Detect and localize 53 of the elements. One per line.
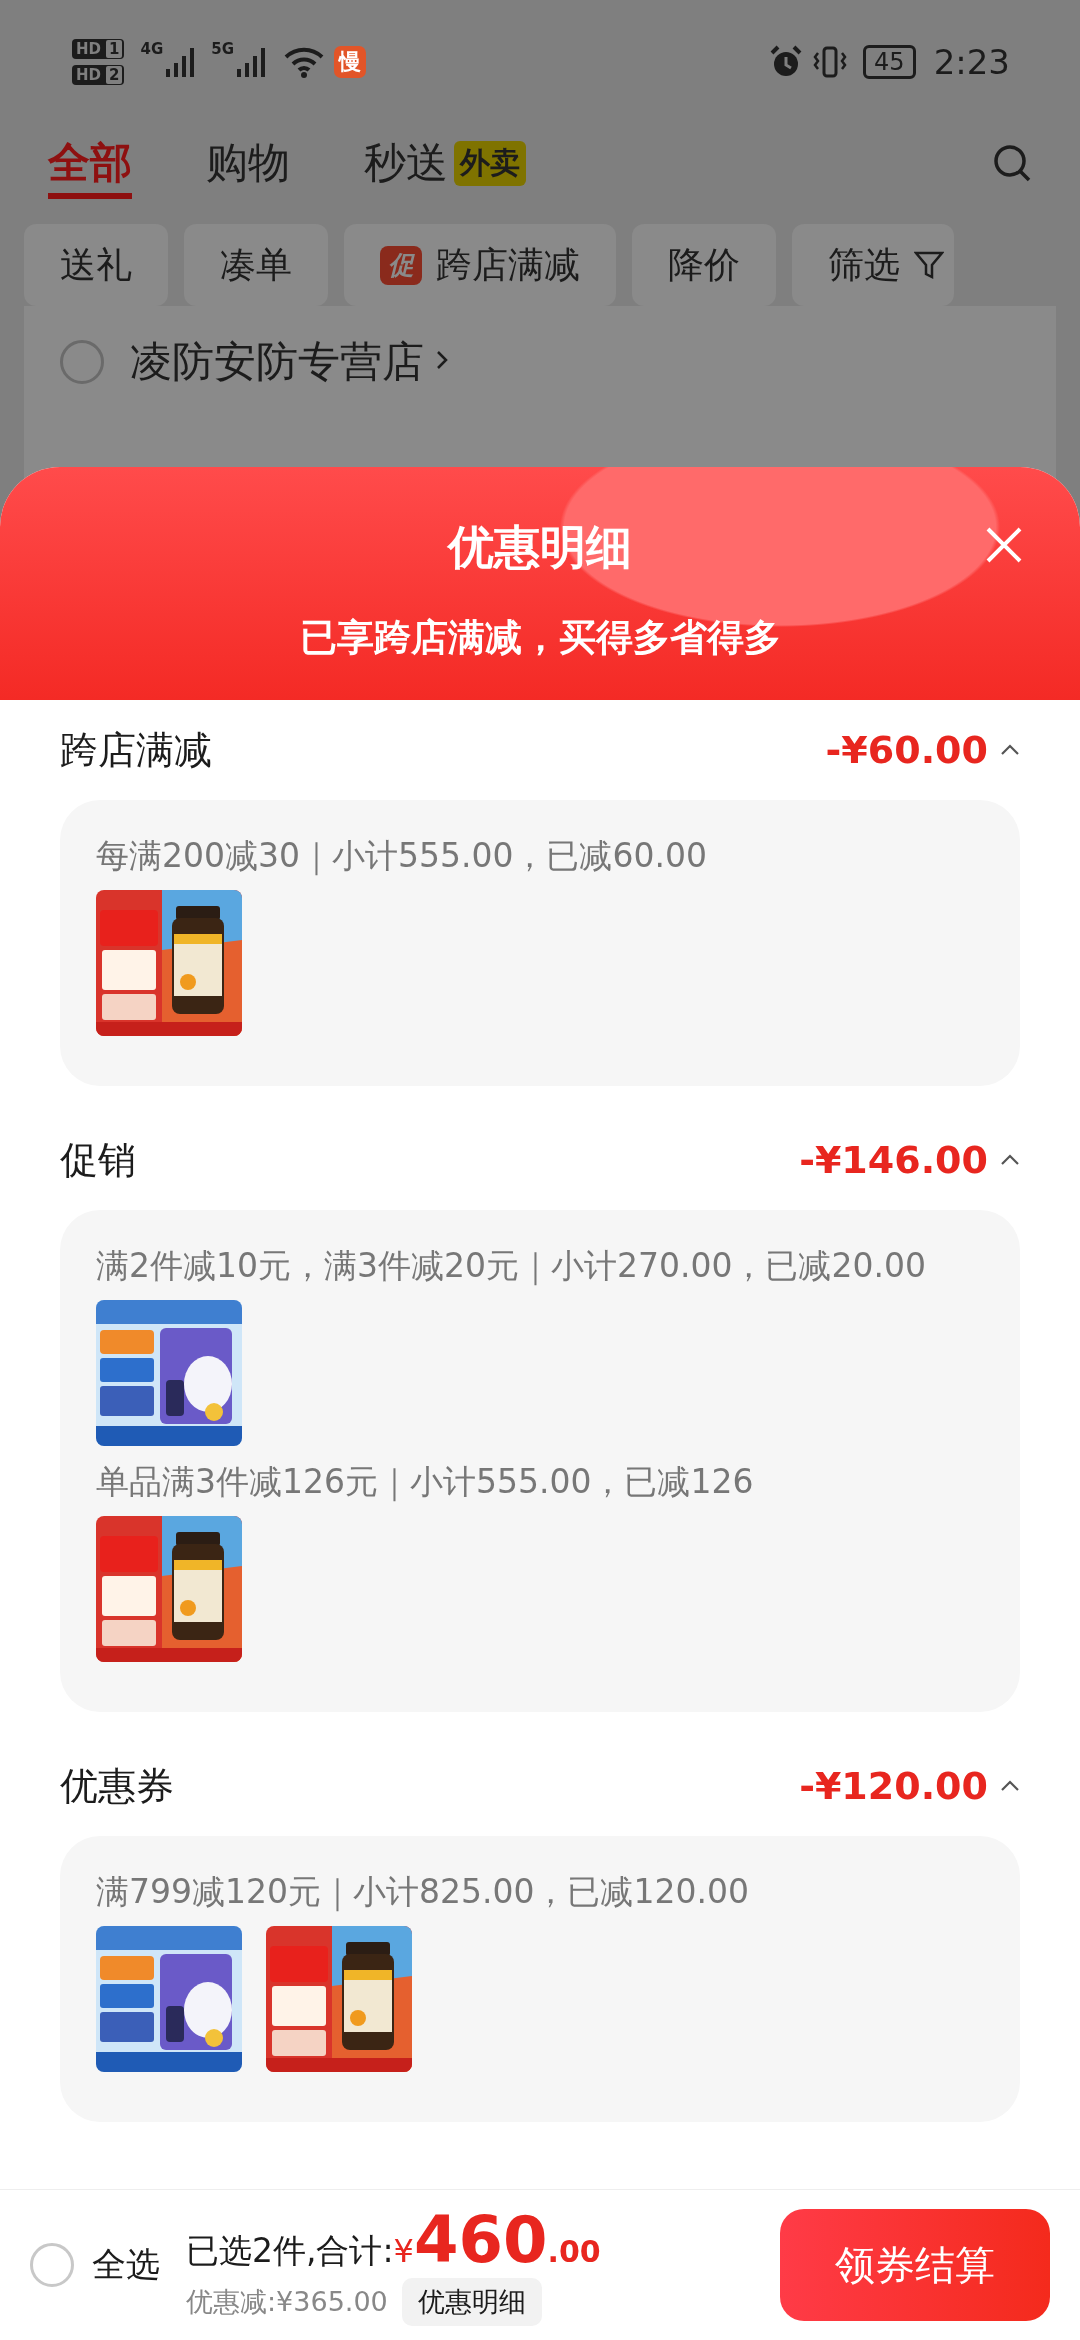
battery-level: 45 <box>863 45 916 79</box>
wifi-icon <box>283 46 324 78</box>
discount-amount: -¥60.00 <box>825 728 988 772</box>
total-price: 460 <box>413 2204 548 2276</box>
discount-total: 优惠减:¥365.00 <box>186 2285 388 2319</box>
network-type: 4G <box>140 40 164 58</box>
funnel-icon <box>914 250 944 280</box>
filter-chip[interactable]: 送礼 <box>24 224 168 306</box>
discount-rule: 每满200减30｜小计555.00，已减60.00 <box>96 835 708 878</box>
select-all-checkbox[interactable] <box>30 2243 74 2287</box>
chevron-icon[interactable] <box>1000 1154 1020 1166</box>
discount-rule: 满2件减10元，满3件减20元｜小计270.00，已减20.00 <box>96 1245 927 1288</box>
takeout-badge: 外卖 <box>454 140 526 186</box>
promo-badge: 促 <box>380 245 422 285</box>
price-decimals: .00 <box>547 2234 601 2269</box>
vibrate-icon <box>813 45 848 79</box>
chevron-icon[interactable] <box>1000 1780 1020 1792</box>
section-title: 优惠券 <box>60 1762 175 1810</box>
sheet-title: 优惠明细 <box>448 519 632 576</box>
discount-rule: 单品满3件减126元｜小计555.00，已减126 <box>96 1461 755 1504</box>
store-name[interactable]: 凌防安防专营店 <box>130 340 424 384</box>
currency-symbol: ¥ <box>393 2232 414 2270</box>
select-all-label[interactable]: 全选 <box>92 2242 160 2288</box>
filter-chip[interactable]: 降价 <box>632 224 776 306</box>
filter-label: 筛选 <box>828 242 900 287</box>
sheet-subtitle: 已享跨店满减，买得多省得多 <box>299 615 781 661</box>
signal-icon <box>165 47 196 77</box>
filter-chip[interactable]: 筛选 <box>792 224 954 306</box>
filter-chip[interactable]: 促 跨店满减 <box>344 224 616 306</box>
category-tab[interactable]: 购物 <box>206 135 290 191</box>
section-title: 跨店满减 <box>60 726 213 774</box>
discount-amount: -¥120.00 <box>799 1764 988 1808</box>
store-checkbox[interactable] <box>60 340 104 384</box>
signal-icon <box>235 47 266 77</box>
chevron-icon[interactable] <box>1000 744 1020 756</box>
summary-label: 已选2件,合计: <box>186 2230 394 2272</box>
section-title: 促销 <box>60 1136 137 1184</box>
discount-rule: 满799减120元｜小计825.00，已减120.00 <box>96 1871 750 1914</box>
discount-detail-button[interactable]: 优惠明细 <box>401 2278 542 2326</box>
app-notification-icon: 慢 <box>333 46 366 78</box>
chevron-right-icon <box>436 350 448 370</box>
alarm-icon <box>769 45 804 79</box>
category-tab[interactable]: 秒送 <box>364 135 448 191</box>
filter-label: 跨店满减 <box>436 242 580 287</box>
checkout-button[interactable]: 领券结算 <box>780 2209 1050 2321</box>
discount-amount: -¥146.00 <box>799 1138 988 1182</box>
sim-indicator: HD 1 <box>72 39 125 59</box>
clock-time: 2:23 <box>933 42 1010 82</box>
search-icon[interactable] <box>992 143 1032 183</box>
sim-indicator: HD 2 <box>72 65 125 85</box>
close-icon[interactable] <box>984 525 1024 565</box>
network-type: 5G <box>211 40 234 58</box>
filter-chip[interactable]: 凑单 <box>184 224 328 306</box>
